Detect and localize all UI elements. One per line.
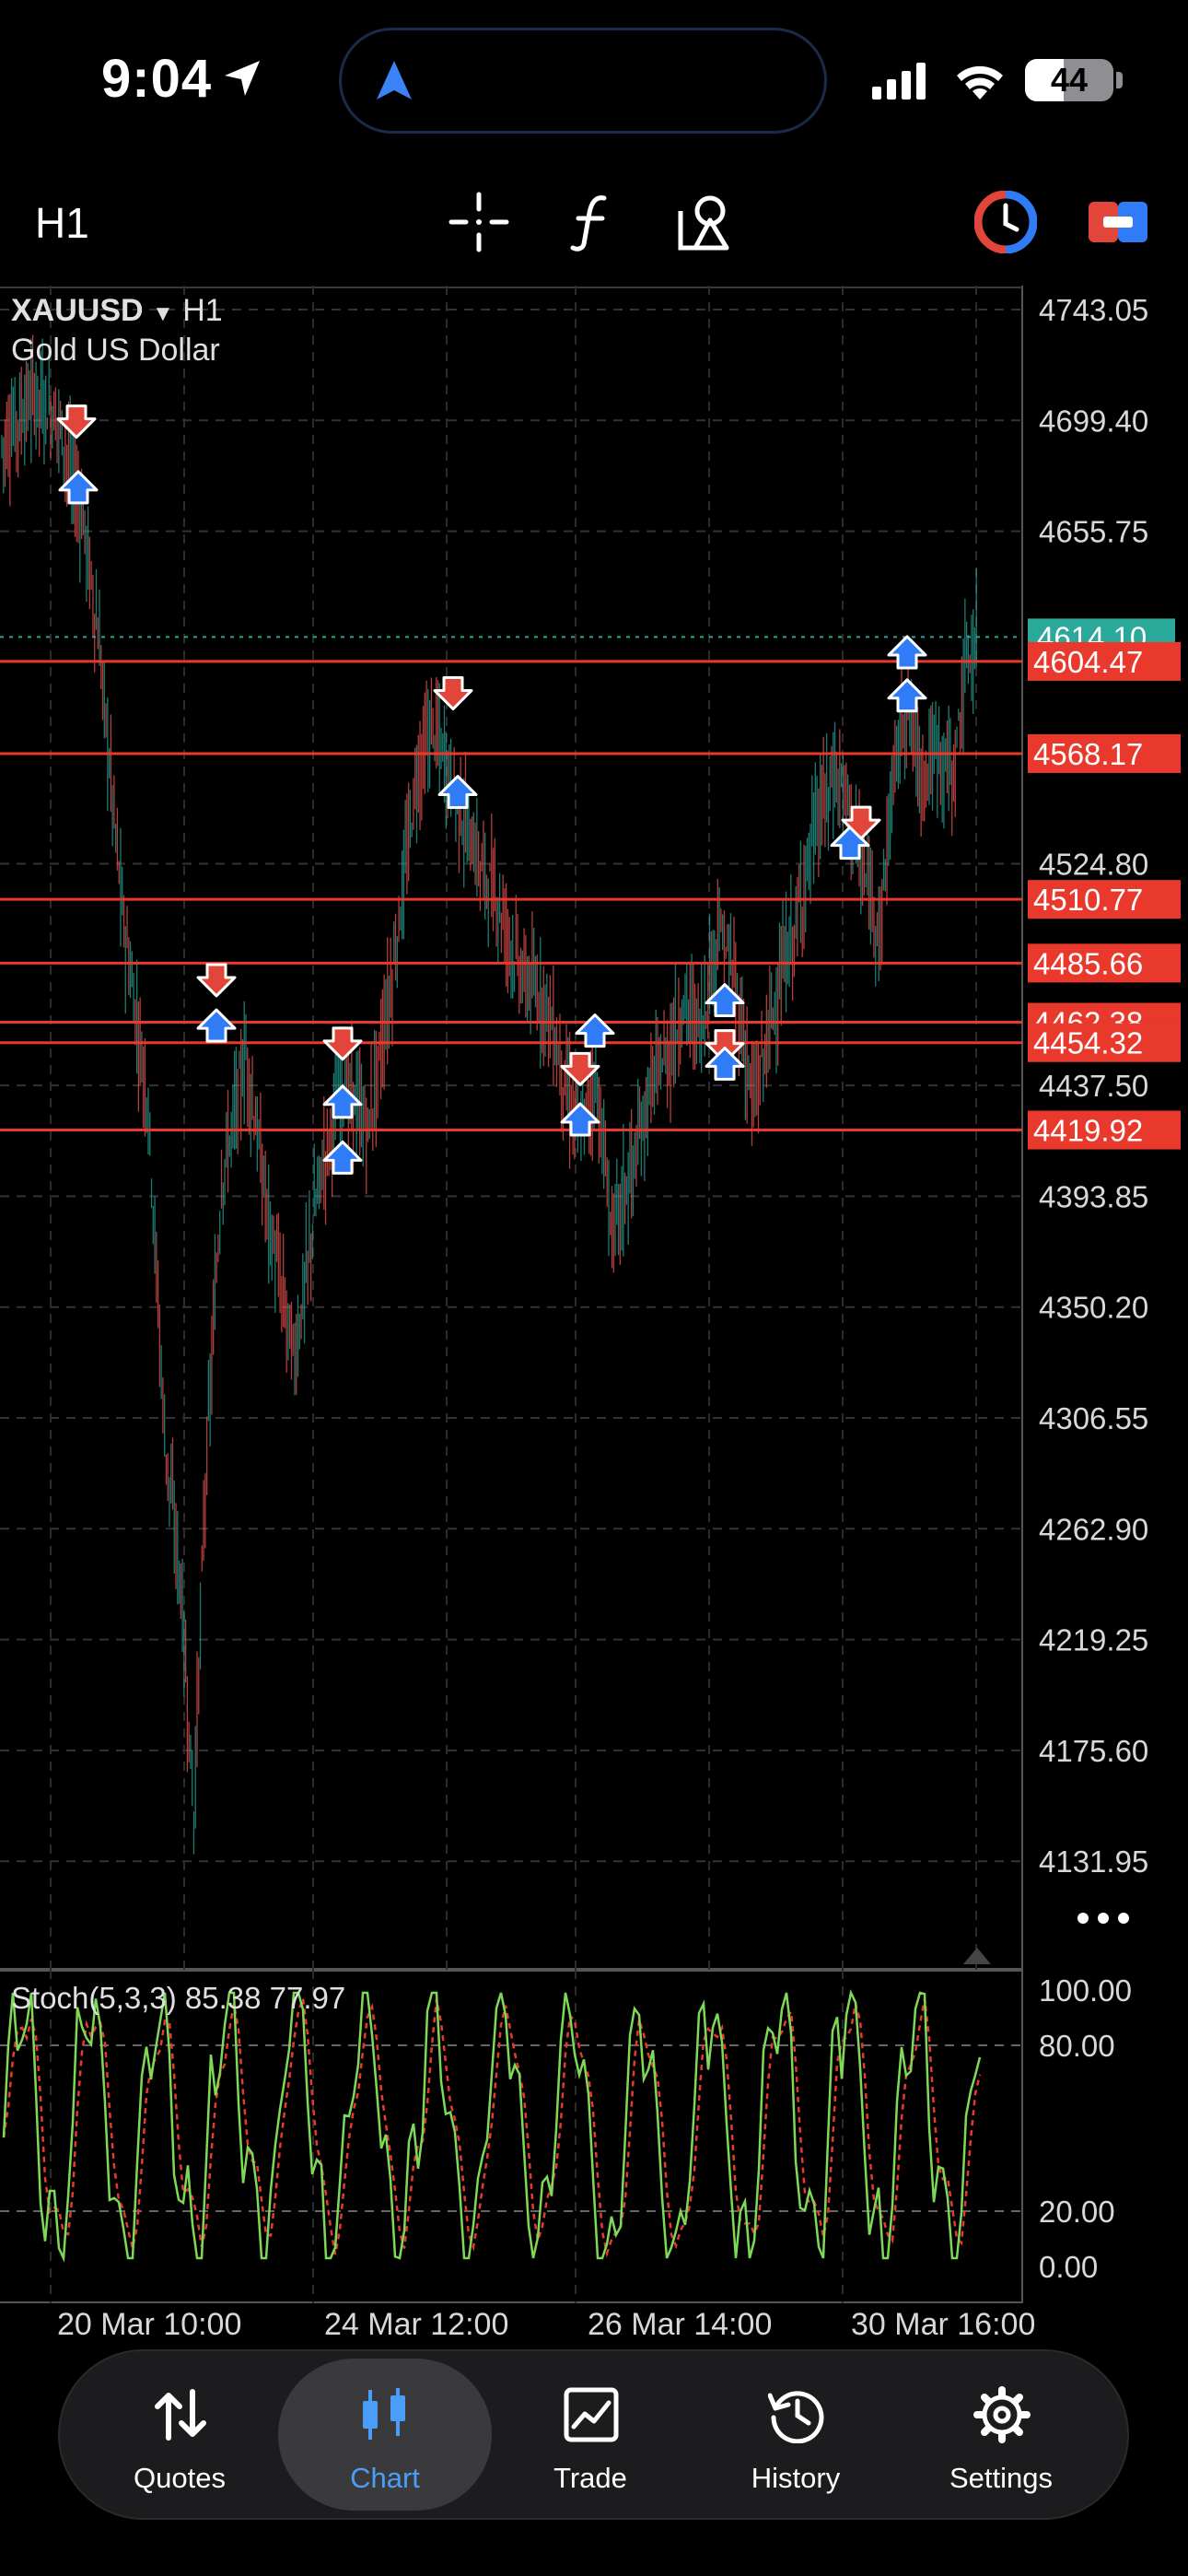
tab-chart[interactable]: Chart bbox=[278, 2359, 492, 2511]
tab-settings-label: Settings bbox=[949, 2462, 1053, 2494]
tab-trade[interactable]: Trade bbox=[483, 2359, 697, 2511]
indicators-icon[interactable] bbox=[562, 191, 624, 253]
order-level-label: 4485.66 bbox=[1033, 946, 1143, 980]
price-chart[interactable]: 4614.104604.474568.174510.774485.664462.… bbox=[0, 286, 1188, 1970]
price-tick-label: 4393.85 bbox=[1039, 1179, 1148, 1213]
time-label: 30 Mar 16:00 bbox=[851, 2307, 1036, 2342]
trade-toggle-icon[interactable] bbox=[1087, 191, 1149, 253]
battery-indicator: 44 bbox=[1025, 59, 1113, 101]
tab-history[interactable]: History bbox=[689, 2359, 903, 2511]
sell-marker-icon bbox=[196, 963, 237, 998]
chart-candles-icon bbox=[363, 2388, 405, 2440]
order-level-label: 4604.47 bbox=[1033, 645, 1143, 679]
more-icon[interactable] bbox=[1076, 1907, 1131, 1929]
stoch-signal-line bbox=[2, 1997, 982, 2258]
stochastic-chart[interactable]: 100.00 80.00 20.00 0.00 bbox=[0, 1970, 1188, 2303]
order-level-tag[interactable]: 4510.77 bbox=[1028, 880, 1181, 919]
price-tick-label: 4350.20 bbox=[1039, 1291, 1148, 1325]
stoch-tick-label: 0.00 bbox=[1039, 2250, 1098, 2284]
tab-bar: Quotes Chart Trade History Settings bbox=[58, 2349, 1129, 2520]
tab-settings[interactable]: Settings bbox=[894, 2359, 1108, 2511]
stoch-tick-label: 80.00 bbox=[1039, 2029, 1115, 2063]
buy-marker-icon bbox=[196, 1008, 237, 1043]
gear-icon bbox=[973, 2386, 1031, 2443]
time-label: 24 Mar 12:00 bbox=[324, 2307, 509, 2342]
chart-toolbar: H1 bbox=[0, 170, 1188, 276]
status-time: 9:04 bbox=[101, 49, 213, 109]
order-level-tag[interactable]: 4454.32 bbox=[1028, 1023, 1181, 1062]
time-label: 26 Mar 14:00 bbox=[588, 2307, 773, 2342]
price-tick-label: 4219.25 bbox=[1039, 1623, 1148, 1657]
tab-quotes[interactable]: Quotes bbox=[73, 2359, 286, 2511]
tab-history-label: History bbox=[751, 2462, 841, 2494]
status-bar: 9:04 44 bbox=[0, 0, 1188, 161]
collapse-indicator-icon[interactable] bbox=[961, 1946, 993, 1966]
order-level-label: 4568.17 bbox=[1033, 737, 1143, 771]
trade-icon bbox=[564, 2387, 619, 2442]
buy-marker-icon bbox=[322, 1140, 363, 1175]
time-axis: 20 Mar 10:00 24 Mar 12:00 26 Mar 14:00 3… bbox=[0, 2303, 1188, 2349]
price-tick-label: 4131.95 bbox=[1039, 1844, 1148, 1879]
time-label: 20 Mar 10:00 bbox=[57, 2307, 242, 2342]
sell-marker-icon bbox=[433, 676, 473, 711]
price-tick-label: 4655.75 bbox=[1039, 515, 1148, 549]
order-level-tag[interactable]: 4419.92 bbox=[1028, 1110, 1181, 1150]
order-level-label: 4419.92 bbox=[1033, 1114, 1143, 1148]
navigation-icon bbox=[377, 61, 412, 100]
price-tick-label: 4699.40 bbox=[1039, 404, 1148, 438]
order-level-label: 4510.77 bbox=[1033, 883, 1143, 917]
price-tick-label: 4524.80 bbox=[1039, 848, 1148, 882]
stoch-tick-label: 100.00 bbox=[1039, 1973, 1132, 2008]
stochastic-label: Stoch(5,3,3) 85.38 77.97 bbox=[11, 1981, 346, 2015]
price-tick-label: 4743.05 bbox=[1039, 293, 1148, 327]
price-tick-label: 4175.60 bbox=[1039, 1734, 1148, 1768]
order-level-tag[interactable]: 4568.17 bbox=[1028, 733, 1181, 773]
sell-marker-icon bbox=[322, 1026, 363, 1061]
buy-marker-icon bbox=[887, 635, 927, 670]
timeframe-button[interactable]: H1 bbox=[35, 198, 89, 248]
sell-marker-icon bbox=[56, 404, 97, 439]
order-level-tag[interactable]: 4485.66 bbox=[1028, 943, 1181, 983]
signal-icon bbox=[872, 63, 926, 100]
tab-chart-label: Chart bbox=[350, 2462, 420, 2494]
symbol-info: XAUUSD ▼ H1 Gold US Dollar bbox=[11, 293, 223, 369]
stoch-tick-label: 20.00 bbox=[1039, 2195, 1115, 2229]
symbol-dropdown-icon[interactable]: ▼ bbox=[152, 301, 174, 326]
quotes-icon bbox=[155, 2389, 206, 2441]
buy-marker-icon bbox=[887, 678, 927, 713]
crosshair-icon[interactable] bbox=[448, 191, 510, 253]
wifi-icon bbox=[957, 65, 1003, 100]
price-tick-label: 4262.90 bbox=[1039, 1512, 1148, 1546]
price-tick-label: 4437.50 bbox=[1039, 1069, 1148, 1103]
tab-quotes-label: Quotes bbox=[134, 2462, 226, 2494]
history-icon bbox=[768, 2391, 824, 2443]
symbol-timeframe: H1 bbox=[182, 293, 223, 328]
buy-marker-icon bbox=[705, 1046, 745, 1081]
objects-icon[interactable] bbox=[675, 191, 738, 253]
sell-marker-icon bbox=[560, 1051, 600, 1086]
one-click-trading-icon[interactable] bbox=[974, 191, 1037, 253]
location-arrow-icon bbox=[225, 61, 260, 96]
battery-level: 44 bbox=[1050, 61, 1089, 99]
symbol-name: XAUUSD bbox=[11, 293, 144, 328]
order-level-tag[interactable]: 4604.47 bbox=[1028, 641, 1181, 681]
symbol-description: Gold US Dollar bbox=[11, 333, 220, 368]
price-tick-label: 4306.55 bbox=[1039, 1401, 1148, 1435]
order-level-label: 4454.32 bbox=[1033, 1026, 1143, 1060]
tab-trade-label: Trade bbox=[553, 2462, 627, 2494]
